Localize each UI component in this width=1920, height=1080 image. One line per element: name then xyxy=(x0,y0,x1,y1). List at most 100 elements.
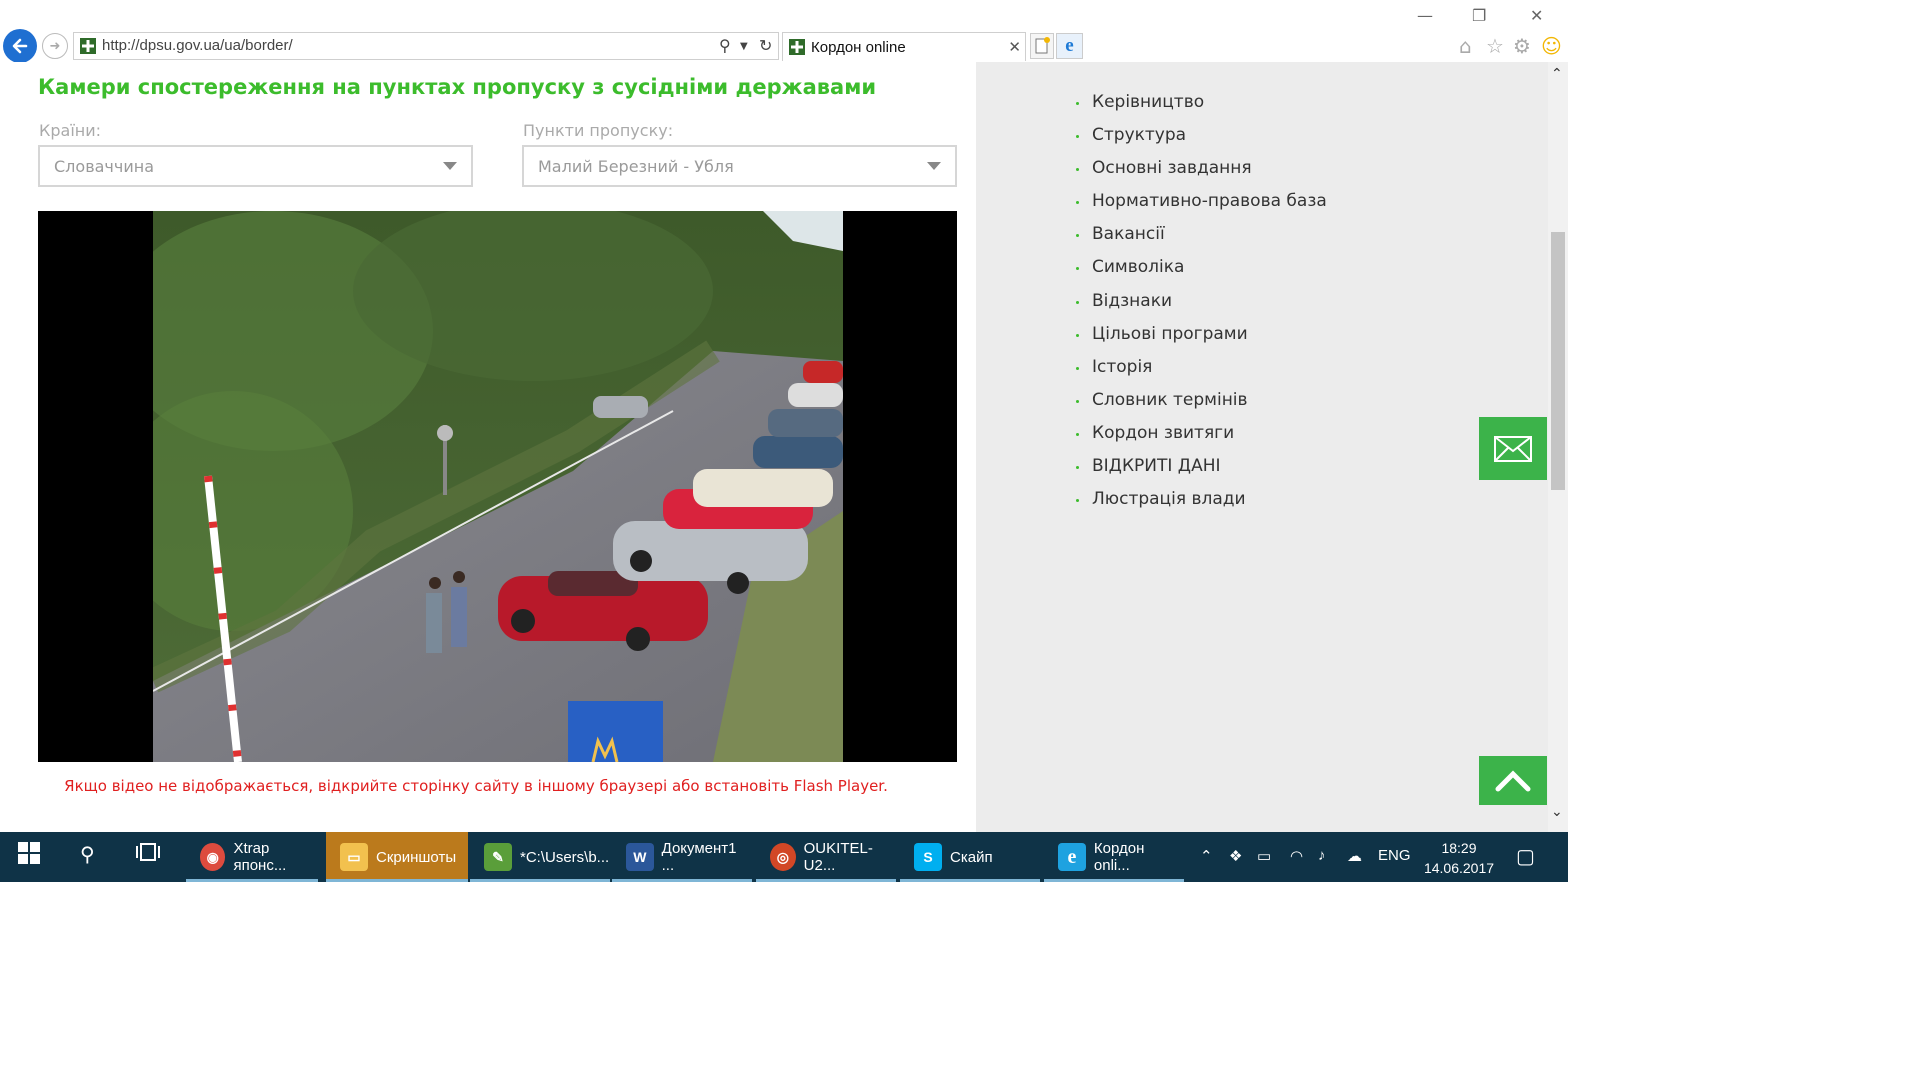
running-indicator xyxy=(900,879,1040,882)
sidebar-item-legal-base[interactable]: Нормативно-правова база xyxy=(1076,191,1327,224)
sidebar-item-border-valor[interactable]: Кордон звитяги xyxy=(1076,423,1327,456)
forward-button[interactable]: ➜ xyxy=(42,33,68,59)
sidebar-item-lustration[interactable]: Люстрація влади xyxy=(1076,489,1327,522)
eye-app-icon: ◎ xyxy=(770,843,796,871)
camera-scene-image xyxy=(153,211,843,762)
running-indicator xyxy=(756,879,896,882)
tab-title: Кордон online xyxy=(811,39,906,56)
taskbar-item-label: Кордон onli... xyxy=(1093,840,1145,874)
running-indicator xyxy=(326,879,468,882)
checkpoints-selected-value: Малий Березний - Убля xyxy=(538,157,734,176)
minimize-icon[interactable]: — xyxy=(1417,6,1433,25)
wifi-icon[interactable]: ◠ xyxy=(1290,847,1303,865)
onedrive-icon[interactable]: ☁ xyxy=(1347,847,1362,865)
scroll-down-arrow-icon[interactable]: ⌄ xyxy=(1551,804,1563,820)
taskbar-item-label: *C:\Users\b... xyxy=(520,848,610,866)
dropdown-icon[interactable]: ▼ xyxy=(740,41,748,52)
camera-frame xyxy=(153,211,843,762)
running-indicator xyxy=(470,879,610,882)
home-icon[interactable]: ⌂ xyxy=(1459,34,1472,58)
sidebar-item-leadership[interactable]: Керівництво xyxy=(1076,92,1327,125)
scroll-to-top-button[interactable] xyxy=(1479,756,1547,805)
chevron-down-icon xyxy=(927,162,941,170)
taskbar-item-label: Скриншоты xyxy=(376,848,457,866)
taskbar-item-label: OUKITEL-U2... xyxy=(803,840,873,874)
favorites-star-icon[interactable]: ☆ xyxy=(1486,34,1504,58)
volume-icon[interactable]: ♪ xyxy=(1318,847,1326,864)
taskbar-item-notepad[interactable]: ✎ *C:\Users\b... xyxy=(470,832,610,882)
skype-icon: S xyxy=(914,843,942,871)
refresh-icon[interactable]: ↻ xyxy=(759,36,772,55)
taskbar-item-ie[interactable]: e Кордон onli... xyxy=(1044,832,1184,882)
page-title: Камери спостереження на пунктах пропуску… xyxy=(38,75,877,99)
sidebar-item-target-programs[interactable]: Цільові програми xyxy=(1076,324,1327,357)
clock-time: 18:29 xyxy=(1441,840,1477,856)
clock-date: 14.06.2017 xyxy=(1423,860,1495,876)
scroll-up-arrow-icon[interactable]: ⌃ xyxy=(1551,66,1563,82)
smiley-feedback-icon[interactable]: ☺ xyxy=(1541,34,1562,58)
checkpoints-label: Пункти пропуску: xyxy=(523,121,674,140)
sidebar-item-glossary[interactable]: Словник термінів xyxy=(1076,390,1327,423)
settings-gear-icon[interactable]: ⚙ xyxy=(1513,34,1531,58)
folder-icon: ▭ xyxy=(340,843,368,871)
chrome-icon: ◉ xyxy=(200,843,226,871)
action-center-icon[interactable]: ▢ xyxy=(1516,844,1535,869)
url-text[interactable]: http://dpsu.gov.ua/ua/border/ xyxy=(102,37,293,54)
ie-quick-tab[interactable]: e xyxy=(1056,33,1083,59)
chevron-down-icon xyxy=(443,162,457,170)
search-icon[interactable]: ⚲ xyxy=(719,36,731,55)
camera-video-player[interactable] xyxy=(38,211,957,762)
contact-mail-button[interactable] xyxy=(1479,417,1547,480)
sidebar-menu: Керівництво Структура Основні завдання Н… xyxy=(1076,92,1327,522)
sidebar-item-awards[interactable]: Відзнаки xyxy=(1076,291,1327,324)
back-button[interactable] xyxy=(3,29,37,63)
task-view-icon[interactable] xyxy=(135,842,161,867)
notepad-icon: ✎ xyxy=(484,843,512,871)
sidebar-nav: Керівництво Структура Основні завдання Н… xyxy=(976,62,1548,832)
countries-select[interactable]: Словаччина xyxy=(38,145,473,187)
arrow-right-icon: ➜ xyxy=(49,38,61,54)
windows-start-icon[interactable] xyxy=(18,842,40,869)
main-content: Камери спостереження на пунктах пропуску… xyxy=(0,62,976,832)
running-indicator xyxy=(1044,879,1184,882)
sidebar-item-structure[interactable]: Структура xyxy=(1076,125,1327,158)
sidebar-item-vacancies[interactable]: Вакансії xyxy=(1076,224,1327,257)
show-hidden-icons-icon[interactable]: ⌃ xyxy=(1200,847,1213,865)
new-tab-icon xyxy=(1035,37,1050,54)
taskbar-item-word[interactable]: W Документ1 ... xyxy=(612,832,752,882)
windows-taskbar: ⚲ ◉ Xtrap японс... ▭ Скриншоты ✎ *C:\Use… xyxy=(0,832,1568,882)
taskbar-item-oukitel[interactable]: ◎ OUKITEL-U2... xyxy=(756,832,896,882)
countries-label: Країни: xyxy=(39,121,102,140)
language-indicator[interactable]: ENG xyxy=(1378,847,1411,864)
arrow-left-icon xyxy=(12,38,28,54)
sidebar-item-symbols[interactable]: Символіка xyxy=(1076,257,1327,290)
sidebar-item-open-data[interactable]: ВІДКРИТІ ДАНІ xyxy=(1076,456,1327,489)
ie-logo-icon: e xyxy=(1065,35,1074,56)
restore-icon[interactable]: ❐ xyxy=(1472,6,1486,25)
browser-chrome: ➜ http://dpsu.gov.ua/ua/border/ ⚲ ▼ ↻ Ко… xyxy=(0,0,1568,63)
scrollbar-thumb[interactable] xyxy=(1551,232,1565,490)
sidebar-item-main-tasks[interactable]: Основні завдання xyxy=(1076,158,1327,191)
tab-border-online[interactable]: Кордон online ✕ xyxy=(782,32,1026,61)
battery-icon[interactable]: ▭ xyxy=(1257,847,1271,865)
sidebar-item-history[interactable]: Історія xyxy=(1076,357,1327,390)
taskbar-item-label: Скайп xyxy=(950,848,993,866)
close-tab-icon[interactable]: ✕ xyxy=(1008,38,1021,56)
page-scrollbar[interactable]: ⌃ ⌄ xyxy=(1548,62,1568,832)
running-indicator xyxy=(612,879,752,882)
new-tab-button[interactable] xyxy=(1030,33,1054,59)
search-icon[interactable]: ⚲ xyxy=(80,842,95,866)
taskbar-item-label: Документ1 ... xyxy=(661,840,737,874)
envelope-icon xyxy=(1494,435,1532,462)
taskbar-item-label: Xtrap японс... xyxy=(233,840,287,874)
taskbar-item-skype[interactable]: S Скайп xyxy=(900,832,1040,882)
ie-icon: e xyxy=(1058,843,1086,871)
system-clock[interactable]: 18:29 14.06.2017 xyxy=(1420,838,1498,878)
site-favicon-icon xyxy=(789,39,805,55)
taskbar-item-screenshots[interactable]: ▭ Скриншоты xyxy=(326,832,468,882)
dropbox-icon[interactable]: ❖ xyxy=(1229,847,1242,865)
checkpoints-select[interactable]: Малий Березний - Убля xyxy=(522,145,957,187)
close-window-icon[interactable]: ✕ xyxy=(1530,6,1543,25)
address-bar[interactable]: http://dpsu.gov.ua/ua/border/ ⚲ ▼ ↻ xyxy=(73,32,779,60)
taskbar-item-chrome[interactable]: ◉ Xtrap японс... xyxy=(186,832,318,882)
